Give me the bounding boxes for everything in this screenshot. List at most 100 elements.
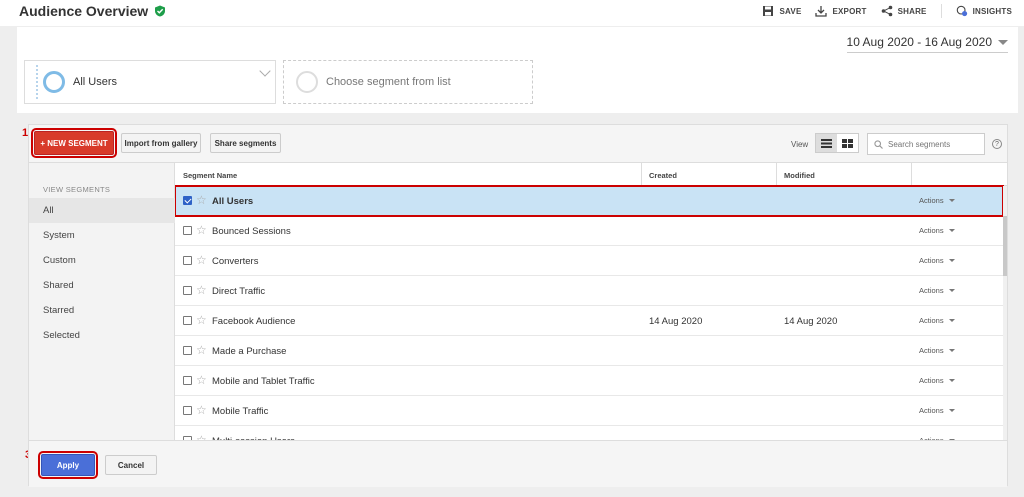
segment-name: All Users [212, 196, 254, 207]
actions-menu[interactable]: Actions [919, 346, 955, 355]
segment-area: 10 Aug 2020 - 16 Aug 2020 All Users Choo… [17, 27, 1018, 113]
star-icon[interactable]: ☆ [196, 223, 207, 237]
sidebar-item-shared[interactable]: Shared [29, 273, 175, 298]
chevron-down-icon[interactable] [259, 65, 271, 77]
segment-name: Converters [212, 256, 259, 267]
star-icon[interactable]: ☆ [196, 433, 207, 440]
column-header-modified[interactable]: Modified [784, 171, 815, 180]
row-checkbox[interactable] [183, 256, 192, 265]
row-checkbox[interactable] [183, 226, 192, 235]
created-date: 14 Aug 2020 [649, 316, 703, 327]
date-range-picker[interactable]: 10 Aug 2020 - 16 Aug 2020 [846, 35, 1008, 53]
segment-name: Facebook Audience [212, 316, 296, 327]
actions-menu[interactable]: Actions [919, 316, 955, 325]
cancel-button[interactable]: Cancel [105, 455, 157, 475]
table-row[interactable]: ☆ Bounced Sessions Actions [175, 216, 1003, 246]
column-header-name[interactable]: Segment Name [183, 171, 237, 180]
star-icon[interactable]: ☆ [196, 253, 207, 267]
actions-menu[interactable]: Actions [919, 286, 955, 295]
export-label: EXPORT [832, 6, 867, 16]
actions-menu[interactable]: Actions [919, 406, 955, 415]
caret-down-icon [948, 409, 955, 412]
table-row[interactable]: ☆ Mobile and Tablet Traffic Actions [175, 366, 1003, 396]
column-divider [911, 163, 912, 186]
caret-down-icon [948, 319, 955, 322]
actions-label: Actions [919, 256, 944, 265]
table-row[interactable]: ☆ Converters Actions [175, 246, 1003, 276]
segment-name: Bounced Sessions [212, 226, 291, 237]
sidebar-item-selected[interactable]: Selected [29, 323, 175, 348]
star-icon[interactable]: ☆ [196, 193, 207, 207]
help-icon[interactable]: ? [992, 139, 1002, 149]
grid-view-button[interactable] [837, 134, 858, 152]
segment-table: Segment Name Created Modified ☆ All Users… [175, 163, 1007, 440]
add-segment-card[interactable]: Choose segment from list [283, 60, 533, 104]
insights-button[interactable]: INSIGHTS [956, 5, 1012, 17]
row-checkbox[interactable] [183, 286, 192, 295]
search-segments-input[interactable] [888, 139, 978, 149]
table-scrollbar[interactable] [1003, 186, 1007, 440]
row-checkbox[interactable] [183, 376, 192, 385]
active-segment-label: All Users [73, 76, 118, 88]
star-icon[interactable]: ☆ [196, 403, 207, 417]
list-view-icon [821, 138, 832, 148]
actions-label: Actions [919, 346, 944, 355]
row-checkbox[interactable] [183, 346, 192, 355]
view-label: View [791, 140, 809, 149]
star-icon[interactable]: ☆ [196, 313, 207, 327]
list-view-button[interactable] [816, 134, 837, 152]
import-from-gallery-button[interactable]: Import from gallery [121, 133, 201, 153]
table-row[interactable]: ☆ Direct Traffic Actions [175, 276, 1003, 306]
caret-down-icon [948, 199, 955, 202]
export-button[interactable]: EXPORT [815, 5, 866, 17]
share-label: SHARE [897, 6, 927, 16]
actions-label: Actions [919, 286, 944, 295]
star-icon[interactable]: ☆ [196, 343, 207, 357]
actions-menu[interactable]: Actions [919, 196, 955, 205]
toolbar-divider [940, 4, 942, 18]
add-segment-placeholder: Choose segment from list [326, 76, 451, 88]
column-header-created[interactable]: Created [649, 171, 677, 180]
table-row[interactable]: ☆Multi-session UsersActions [175, 426, 1003, 440]
top-bar: Audience Overview SAVE EXPORT SHARE INSI… [0, 0, 1024, 26]
star-icon[interactable]: ☆ [196, 283, 207, 297]
apply-button[interactable]: Apply [38, 451, 98, 479]
grid-view-icon [842, 138, 853, 148]
actions-menu[interactable]: Actions [919, 226, 955, 235]
actions-label: Actions [919, 316, 944, 325]
active-segment-card[interactable]: All Users [24, 60, 276, 104]
share-segments-button[interactable]: Share segments [210, 133, 281, 153]
share-button[interactable]: SHARE [881, 5, 927, 17]
scrollbar-thumb[interactable] [1003, 216, 1007, 276]
sidebar-item-system[interactable]: System [29, 223, 175, 248]
insights-icon [956, 5, 967, 17]
search-icon [874, 139, 883, 149]
actions-menu[interactable]: Actions [919, 256, 955, 265]
segment-name: Mobile Traffic [212, 406, 269, 417]
segment-sidebar: VIEW SEGMENTS All System Custom Shared S… [29, 163, 175, 440]
row-checkbox[interactable] [183, 406, 192, 415]
star-icon[interactable]: ☆ [196, 373, 207, 387]
panel-footer: Apply Cancel [29, 440, 1007, 487]
sidebar-item-all[interactable]: All [29, 198, 175, 223]
caret-down-icon [948, 349, 955, 352]
table-row[interactable]: ☆ All Users Actions [175, 185, 1004, 217]
actions-menu[interactable]: Actions [919, 376, 955, 385]
table-row[interactable]: ☆ Facebook Audience 14 Aug 2020 14 Aug 2020… [175, 306, 1003, 336]
table-row[interactable]: ☆ Mobile Traffic Actions [175, 396, 1003, 426]
report-toolbar: SAVE EXPORT SHARE INSIGHTS [762, 4, 1012, 18]
table-header: Segment Name Created Modified [175, 163, 1007, 186]
save-button[interactable]: SAVE [762, 5, 801, 17]
verified-shield-icon [155, 5, 166, 17]
caret-down-icon [948, 259, 955, 262]
sidebar-item-starred[interactable]: Starred [29, 298, 175, 323]
new-segment-button[interactable]: + NEW SEGMENT [31, 128, 117, 158]
segment-circle-icon [43, 71, 65, 93]
segment-panel: + NEW SEGMENT Import from gallery Share … [28, 124, 1008, 487]
panel-toolbar: + NEW SEGMENT Import from gallery Share … [29, 125, 1007, 163]
row-checkbox[interactable] [183, 316, 192, 325]
column-divider [641, 163, 642, 186]
table-row[interactable]: ☆ Made a Purchase Actions [175, 336, 1003, 366]
row-checkbox[interactable] [183, 196, 192, 205]
sidebar-item-custom[interactable]: Custom [29, 248, 175, 273]
